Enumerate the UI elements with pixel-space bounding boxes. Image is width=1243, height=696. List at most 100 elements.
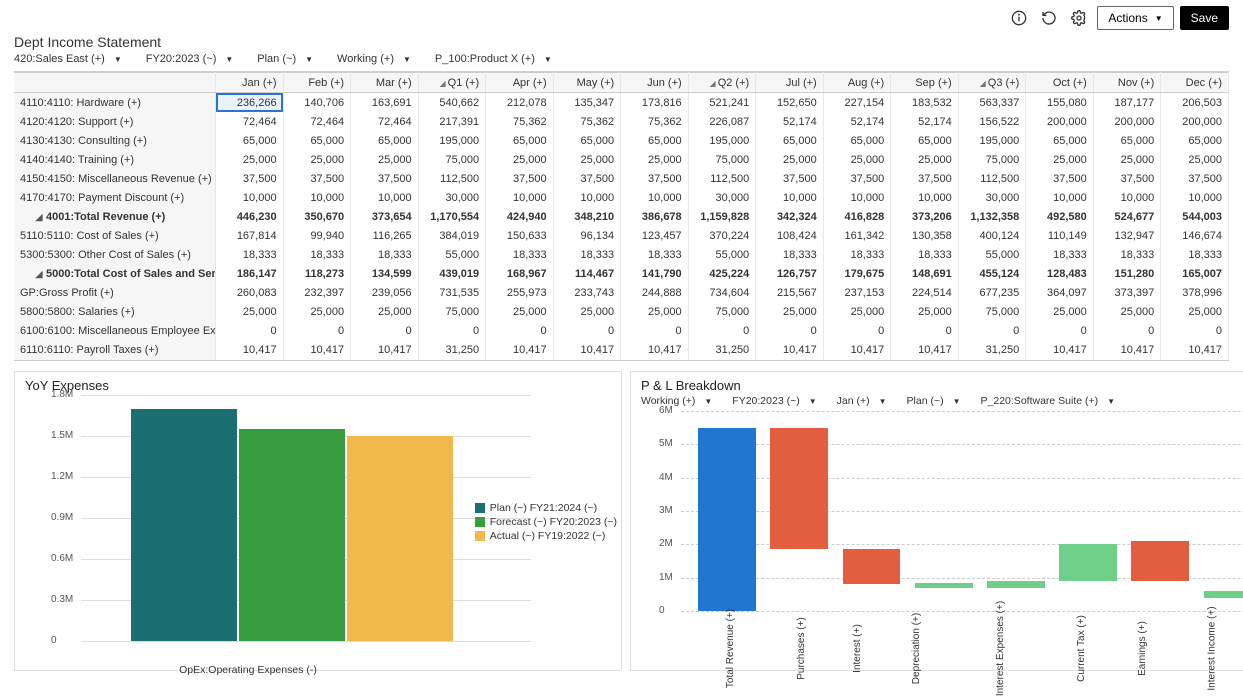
grid-cell[interactable]: 18,333 xyxy=(486,245,554,264)
row-header[interactable]: 5300:5300: Other Cost of Sales (+) xyxy=(14,245,216,264)
grid-cell[interactable]: 226,087 xyxy=(688,112,756,131)
grid-cell[interactable]: 37,500 xyxy=(1026,169,1094,188)
grid-cell[interactable]: 233,743 xyxy=(553,283,621,302)
grid-cell[interactable]: 0 xyxy=(486,321,554,340)
grid-cell[interactable]: 52,174 xyxy=(823,112,891,131)
grid-cell[interactable]: 183,532 xyxy=(891,93,959,112)
grid-cell[interactable]: 0 xyxy=(1161,321,1229,340)
grid-cell[interactable]: 25,000 xyxy=(1026,150,1094,169)
grid-cell[interactable]: 65,000 xyxy=(553,131,621,150)
grid-cell[interactable]: 152,650 xyxy=(756,93,824,112)
grid[interactable]: 4110:4110: Hardware (+)236,266140,706163… xyxy=(14,93,1229,361)
grid-cell[interactable]: 25,000 xyxy=(1161,302,1229,321)
grid-cell[interactable]: 7,500 xyxy=(1093,359,1161,361)
grid-cell[interactable]: 7,500 xyxy=(351,359,419,361)
grid-cell[interactable]: 18,333 xyxy=(283,245,351,264)
grid-cell[interactable]: 72,464 xyxy=(216,112,284,131)
grid-cell[interactable]: 126,757 xyxy=(756,264,824,283)
gear-icon[interactable] xyxy=(1067,6,1091,30)
grid-cell[interactable]: 7,500 xyxy=(1161,359,1229,361)
grid-cell[interactable]: 10,417 xyxy=(823,340,891,359)
grid-cell[interactable]: 10,000 xyxy=(216,188,284,207)
grid-cell[interactable]: 114,467 xyxy=(553,264,621,283)
column-header[interactable]: Jun (+) xyxy=(621,73,689,93)
grid-cell[interactable]: 237,153 xyxy=(823,283,891,302)
grid-cell[interactable]: 37,500 xyxy=(351,169,419,188)
grid-cell[interactable]: 116,265 xyxy=(351,226,419,245)
grid-cell[interactable]: 10,417 xyxy=(486,340,554,359)
grid-cell[interactable]: 7,500 xyxy=(553,359,621,361)
grid-cell[interactable]: 163,691 xyxy=(351,93,419,112)
grid-cell[interactable]: 18,333 xyxy=(823,245,891,264)
grid-cell[interactable]: 55,000 xyxy=(418,245,486,264)
grid-cell[interactable]: 140,706 xyxy=(283,93,351,112)
pov-year[interactable]: FY20:2023 (~) xyxy=(146,53,234,65)
grid-cell[interactable]: 52,174 xyxy=(891,112,959,131)
grid-cell[interactable]: 373,654 xyxy=(351,207,419,226)
grid-cell[interactable]: 0 xyxy=(756,321,824,340)
grid-cell[interactable]: 22,500 xyxy=(688,359,756,361)
row-header[interactable]: 6100:6100: Miscellaneous Employee Expens… xyxy=(14,321,216,340)
grid-cell[interactable]: 18,333 xyxy=(553,245,621,264)
grid-cell[interactable]: 108,424 xyxy=(756,226,824,245)
grid-cell[interactable]: 112,500 xyxy=(418,169,486,188)
grid-cell[interactable]: 224,514 xyxy=(891,283,959,302)
grid-cell[interactable]: 384,019 xyxy=(418,226,486,245)
grid-cell[interactable]: 0 xyxy=(418,321,486,340)
column-header[interactable]: Sep (+) xyxy=(891,73,959,93)
waterfall-bar[interactable] xyxy=(915,583,973,588)
grid-cell[interactable]: 7,500 xyxy=(621,359,689,361)
grid-cell[interactable]: 7,500 xyxy=(283,359,351,361)
grid-cell[interactable]: 173,816 xyxy=(621,93,689,112)
grid-cell[interactable]: 72,464 xyxy=(351,112,419,131)
grid-cell[interactable]: 0 xyxy=(351,321,419,340)
row-header[interactable]: 4140:4140: Training (+) xyxy=(14,150,216,169)
waterfall-bar[interactable] xyxy=(770,428,828,550)
grid-cell[interactable]: 25,000 xyxy=(553,302,621,321)
grid-cell[interactable]: 55,000 xyxy=(688,245,756,264)
column-header[interactable]: Feb (+) xyxy=(283,73,351,93)
grid-cell[interactable]: 156,522 xyxy=(958,112,1026,131)
grid-cell[interactable]: 75,000 xyxy=(688,150,756,169)
grid-cell[interactable]: 10,000 xyxy=(621,188,689,207)
pov-entity[interactable]: 420:Sales East (+) xyxy=(14,53,122,65)
column-header[interactable]: ◢Q3 (+) xyxy=(958,73,1026,93)
row-header[interactable]: 5800:5800: Salaries (+) xyxy=(14,302,216,321)
grid-cell[interactable]: 0 xyxy=(688,321,756,340)
grid-cell[interactable]: 25,000 xyxy=(553,150,621,169)
bar[interactable] xyxy=(347,436,453,641)
grid-cell[interactable]: 236,266 xyxy=(216,93,284,112)
grid-cell[interactable]: 10,000 xyxy=(1026,188,1094,207)
grid-cell[interactable]: 112,500 xyxy=(688,169,756,188)
grid-cell[interactable]: 10,000 xyxy=(1093,188,1161,207)
grid-cell[interactable]: 10,000 xyxy=(351,188,419,207)
grid-cell[interactable]: 677,235 xyxy=(958,283,1026,302)
grid-cell[interactable]: 1,170,554 xyxy=(418,207,486,226)
grid-cell[interactable]: 425,224 xyxy=(688,264,756,283)
grid-cell[interactable]: 37,500 xyxy=(756,169,824,188)
grid-cell[interactable]: 128,483 xyxy=(1026,264,1094,283)
grid-cell[interactable]: 195,000 xyxy=(958,131,1026,150)
save-button[interactable]: Save xyxy=(1180,6,1229,30)
row-header[interactable]: ◢4001:Total Revenue (+) xyxy=(14,207,216,226)
grid-cell[interactable]: 179,675 xyxy=(823,264,891,283)
grid-cell[interactable]: 232,397 xyxy=(283,283,351,302)
column-header[interactable]: Mar (+) xyxy=(351,73,419,93)
grid-cell[interactable]: 212,078 xyxy=(486,93,554,112)
grid-cell[interactable]: 10,417 xyxy=(756,340,824,359)
grid-cell[interactable]: 75,362 xyxy=(553,112,621,131)
grid-cell[interactable]: 25,000 xyxy=(351,302,419,321)
column-header[interactable]: Jul (+) xyxy=(756,73,824,93)
column-header[interactable]: Oct (+) xyxy=(1026,73,1094,93)
grid-cell[interactable]: 439,019 xyxy=(418,264,486,283)
grid-cell[interactable]: 25,000 xyxy=(1161,150,1229,169)
grid-cell[interactable]: 524,677 xyxy=(1093,207,1161,226)
collapse-icon[interactable]: ◢ xyxy=(34,212,44,223)
grid-cell[interactable]: 25,000 xyxy=(216,150,284,169)
grid-cell[interactable]: 0 xyxy=(891,321,959,340)
row-header[interactable]: 4170:4170: Payment Discount (+) xyxy=(14,188,216,207)
grid-cell[interactable]: 65,000 xyxy=(486,131,554,150)
grid-cell[interactable]: 10,417 xyxy=(891,340,959,359)
grid-cell[interactable]: 446,230 xyxy=(216,207,284,226)
grid-cell[interactable]: 373,206 xyxy=(891,207,959,226)
